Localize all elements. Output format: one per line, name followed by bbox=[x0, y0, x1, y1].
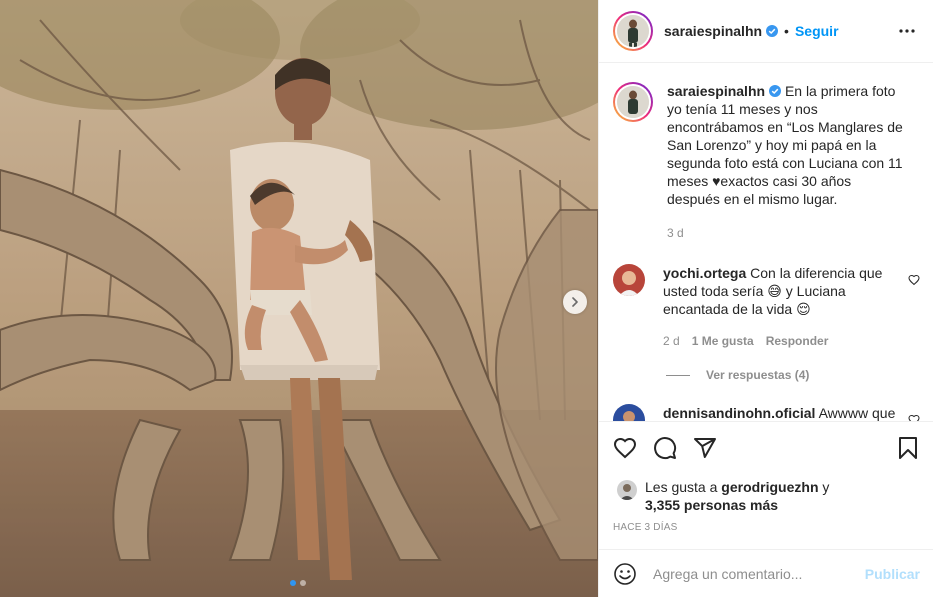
likes-count[interactable]: 3,355 personas más bbox=[617, 496, 829, 514]
vintage-beach-photo bbox=[0, 0, 598, 597]
carousel-dots bbox=[290, 580, 306, 586]
comment-bubble-icon[interactable] bbox=[653, 436, 677, 460]
caption-avatar-icon bbox=[617, 86, 649, 118]
chevron-right-icon bbox=[572, 297, 578, 307]
emoji-icon[interactable] bbox=[613, 562, 637, 586]
save-bookmark-icon[interactable] bbox=[896, 436, 920, 460]
next-photo-button[interactable] bbox=[563, 290, 587, 314]
caption-time[interactable]: 3 d bbox=[667, 224, 684, 242]
commenter-avatar-icon bbox=[613, 404, 645, 421]
post-side-panel: saraiespinalhn • Seguir saraiespinalhn E… bbox=[598, 0, 933, 597]
post-caption: saraiespinalhn En la primera foto yo ten… bbox=[613, 82, 920, 242]
verified-badge-icon bbox=[769, 85, 782, 97]
view-replies-button[interactable]: Ver respuestas (4) bbox=[666, 368, 920, 382]
author-avatar-icon bbox=[617, 15, 649, 47]
caption-username[interactable]: saraiespinalhn bbox=[667, 83, 765, 99]
verified-badge-icon bbox=[766, 25, 779, 37]
likes-summary: Les gusta a gerodriguezhn y 3,355 person… bbox=[613, 478, 920, 514]
caption-avatar[interactable] bbox=[613, 82, 653, 122]
author-avatar[interactable] bbox=[613, 11, 653, 51]
post-photo[interactable] bbox=[0, 0, 598, 597]
like-comment-heart-icon[interactable] bbox=[908, 274, 920, 286]
caption-text: En la primera foto yo tenía 11 meses y n… bbox=[667, 83, 903, 207]
comment-likes[interactable]: 1 Me gusta bbox=[692, 332, 754, 350]
comment-username[interactable]: yochi.ortega bbox=[663, 265, 746, 281]
more-options-icon bbox=[899, 29, 915, 33]
post-header: saraiespinalhn • Seguir bbox=[599, 0, 933, 63]
comment-username[interactable]: dennisandinohn.oficial bbox=[663, 405, 815, 421]
comment-time[interactable]: 2 d bbox=[663, 332, 680, 350]
add-comment-bar: Publicar bbox=[599, 549, 933, 597]
more-options-button[interactable] bbox=[895, 19, 919, 43]
author-username[interactable]: saraiespinalhn bbox=[664, 23, 762, 39]
carousel-dot-active bbox=[290, 580, 296, 586]
commenter-avatar[interactable] bbox=[613, 404, 645, 421]
post-actions: Les gusta a gerodriguezhn y 3,355 person… bbox=[599, 421, 933, 533]
comment-item: dennisandinohn.oficial Awwww que lindos bbox=[613, 404, 920, 421]
carousel-dot bbox=[300, 580, 306, 586]
reply-button[interactable]: Responder bbox=[766, 332, 829, 350]
view-replies-label: Ver respuestas (4) bbox=[706, 368, 810, 382]
follow-button[interactable]: Seguir bbox=[795, 23, 839, 39]
commenter-avatar[interactable] bbox=[613, 264, 645, 296]
like-comment-heart-icon[interactable] bbox=[908, 414, 920, 421]
share-send-icon[interactable] bbox=[693, 436, 717, 460]
comment-item: yochi.ortega Con la diferencia que usted… bbox=[613, 264, 920, 350]
liker-username[interactable]: gerodriguezhn bbox=[721, 479, 818, 495]
comment-input[interactable] bbox=[653, 565, 865, 582]
comments-list[interactable]: saraiespinalhn En la primera foto yo ten… bbox=[599, 64, 933, 421]
publish-button[interactable]: Publicar bbox=[865, 566, 920, 582]
commenter-avatar-icon bbox=[613, 264, 645, 296]
like-heart-icon[interactable] bbox=[613, 436, 637, 460]
separator-dot: • bbox=[784, 23, 789, 39]
likes-prefix: Les gusta a bbox=[645, 479, 718, 495]
likes-conj: y bbox=[822, 479, 830, 495]
post-date[interactable]: HACE 3 DÍAS bbox=[613, 522, 920, 533]
